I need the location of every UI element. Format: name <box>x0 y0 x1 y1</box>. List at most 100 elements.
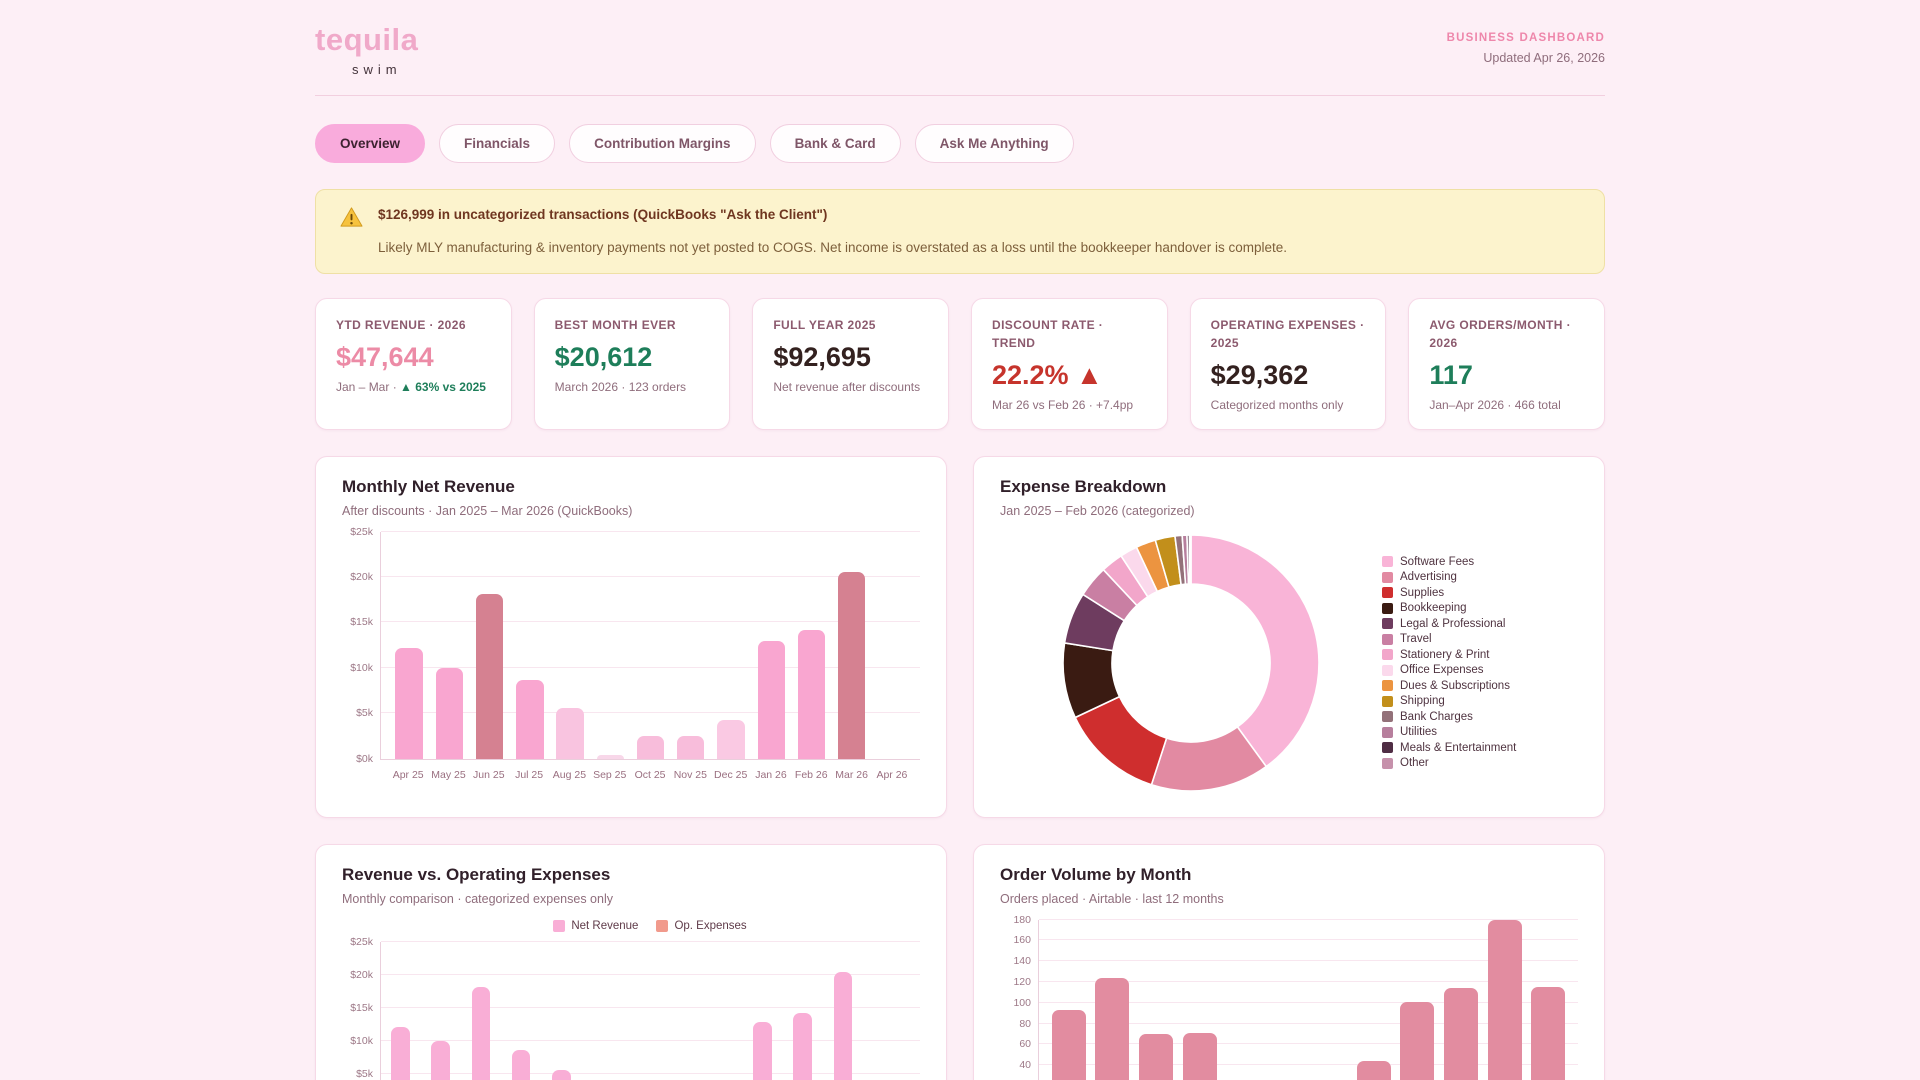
y-axis-tick: $5k <box>356 1068 373 1080</box>
legend-label: Office Expenses <box>1400 664 1484 677</box>
kpi-value: $92,695 <box>773 341 871 372</box>
kpi-value: $29,362 <box>1210 359 1309 390</box>
y-axis-tick: 100 <box>1013 996 1031 1009</box>
legend-swatch <box>1382 602 1393 614</box>
y-axis-tick: $25k <box>350 935 373 948</box>
tab-bank-card[interactable]: Bank & Card <box>769 124 901 163</box>
bar-slot <box>550 942 590 1080</box>
expense-breakdown-card: Expense Breakdown Jan 2025 – Feb 2026 (c… <box>973 455 1605 818</box>
bar <box>516 679 544 759</box>
legend-item: Dues & Subscriptions <box>1382 680 1578 692</box>
legend-label: Op. Expenses <box>674 919 747 932</box>
bar <box>431 1041 450 1080</box>
legend-label: Shipping <box>1400 695 1445 708</box>
chart-subtitle: Jan 2025 – Feb 2026 (categorized) <box>1000 503 1195 518</box>
monthly-net-revenue-chart: $0k $5k $10k $15k $20k $25k Apr 25 May 25 Jun 25… <box>342 526 920 781</box>
kpi-subtext: March 2026 · 123 orders <box>554 379 687 394</box>
bar <box>757 641 785 759</box>
bar <box>833 971 853 1080</box>
bar-slot <box>429 942 469 1080</box>
revenue-vs-expenses-chart: Net RevenueOp. Expenses$0k$5k$10k$15k$20… <box>342 919 920 1080</box>
legend-label: Legal & Professional <box>1400 617 1506 630</box>
legend-item: Legal & Professional <box>1382 618 1578 630</box>
kpi-title: YTD REVENUE · 2026 <box>336 317 466 332</box>
legend-swatch <box>1382 726 1393 738</box>
bar-slot <box>671 532 711 759</box>
legend-swatch <box>1382 757 1393 769</box>
bar-slot <box>1308 920 1352 1080</box>
bar-slot <box>751 942 791 1080</box>
bar-slot <box>1091 920 1135 1080</box>
tab-bar: Overview Financials Contribution Margins Ba… <box>315 124 1605 163</box>
legend-swatch <box>1382 711 1393 723</box>
donut-slice <box>1190 533 1320 768</box>
tab-financials[interactable]: Financials <box>439 124 556 163</box>
x-axis-tick: Jun 25 <box>473 768 505 781</box>
brand-name: tequila <box>315 22 419 57</box>
bar-slot <box>590 532 630 759</box>
kpi-card: FULL YEAR 2025 $92,695 Net revenue after d… <box>752 297 949 430</box>
legend-item: Other <box>1382 757 1578 769</box>
brand-tagline: swim <box>352 62 402 77</box>
bar-slot <box>469 942 509 1080</box>
bar-slot <box>791 942 831 1080</box>
legend-swatch <box>1382 664 1393 676</box>
kpi-subtext: Net revenue after discounts <box>773 379 921 394</box>
warning-body: Likely MLY manufacturing & inventory pay… <box>378 240 1287 255</box>
bar-slot <box>1178 920 1222 1080</box>
donut-legend: Software Fees Advertising Supplies Bookkeep… <box>1382 556 1578 769</box>
legend-swatch <box>1382 587 1393 599</box>
bar-slot <box>791 532 831 759</box>
kpi-subtext: Categorized months only <box>1210 397 1344 412</box>
y-axis-tick: 180 <box>1013 913 1031 926</box>
y-axis-tick: 60 <box>1019 1038 1031 1051</box>
bar-slot <box>630 942 670 1080</box>
bar <box>1487 919 1522 1080</box>
bar-slot <box>590 942 630 1080</box>
legend-label: Stationery & Print <box>1400 648 1490 661</box>
y-axis-tick: 80 <box>1019 1017 1031 1030</box>
legend-swatch <box>656 919 669 932</box>
tab-ask-me-anything[interactable]: Ask Me Anything <box>914 124 1074 163</box>
legend-item: Shipping <box>1382 695 1578 707</box>
bar-slot <box>872 942 912 1080</box>
x-axis-tick: Jul 25 <box>515 768 544 781</box>
bar-slot <box>1526 920 1570 1080</box>
header-meta: BUSINESS DASHBOARD Updated Apr 26, 2026 <box>1447 24 1605 65</box>
chart-subtitle: Monthly comparison · categorized expense… <box>342 891 613 906</box>
bar <box>636 735 665 759</box>
tab-overview[interactable]: Overview <box>315 124 426 163</box>
legend-swatch <box>1382 571 1393 583</box>
y-axis-tick: $15k <box>350 616 373 629</box>
y-axis-tick: 120 <box>1013 975 1031 988</box>
chart-legend: Net Revenue Op. Expenses <box>380 919 920 932</box>
bar <box>475 594 504 759</box>
kpi-subtext: Mar 26 vs Feb 26 · +7.4pp <box>992 397 1134 412</box>
bar <box>797 629 826 759</box>
kpi-title: DISCOUNT RATE · TREND <box>992 317 1104 350</box>
kpi-card: OPERATING EXPENSES · 2025 $29,362 Categori… <box>1189 297 1387 430</box>
legend-label: Advertising <box>1400 571 1457 584</box>
bar-slot <box>1439 920 1483 1080</box>
legend-swatch <box>1382 618 1393 630</box>
x-axis-tick: Oct 25 <box>634 768 666 781</box>
bar <box>471 987 491 1080</box>
bar <box>717 720 745 759</box>
bar-slot <box>872 532 912 759</box>
x-axis-tick: Feb 26 <box>794 768 828 781</box>
legend-item: Stationery & Print <box>1382 649 1578 661</box>
bar-slot <box>630 532 670 759</box>
tab-contribution-margins[interactable]: Contribution Margins <box>569 124 756 163</box>
plot-area: $0k $5k $10k $15k $20k $25k <box>350 526 920 765</box>
bar-slot <box>469 532 509 759</box>
legend-label: Other <box>1400 757 1429 770</box>
kpi-value: 117 <box>1429 359 1473 390</box>
legend-item: Supplies <box>1382 587 1578 599</box>
bar <box>753 1021 772 1080</box>
kpi-value: $20,612 <box>554 341 653 372</box>
bar-slot <box>671 942 711 1080</box>
x-axis: Apr 25 May 25 Jun 25 Jul 25 Aug 25 Sep 25 Oct … <box>380 769 920 781</box>
legend-label: Bank Charges <box>1400 710 1473 723</box>
warning-title: $126,999 in uncategorized transactions (… <box>378 207 828 222</box>
bar-slot <box>751 532 791 759</box>
